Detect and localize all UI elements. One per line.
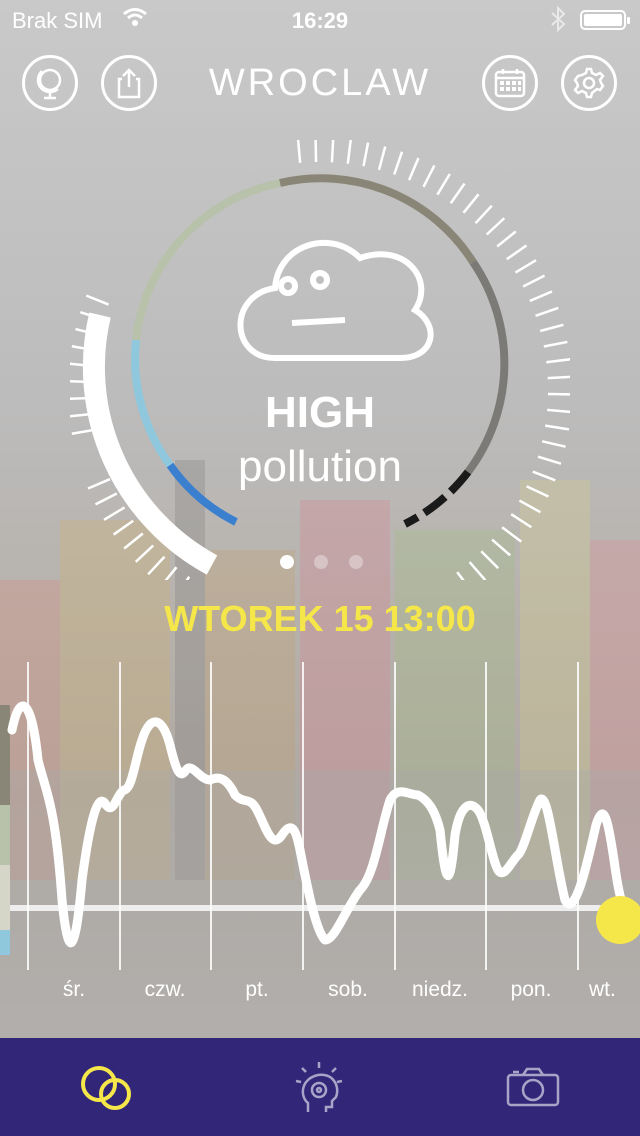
day-label-sat: sob. <box>328 978 368 1001</box>
scale-bar-low <box>0 930 10 955</box>
tab-advice[interactable] <box>213 1038 426 1136</box>
gauge-tick <box>546 358 570 364</box>
scale-bar-high <box>0 705 10 805</box>
status-bar: Brak SIM 16:29 <box>0 0 640 40</box>
gauge-segment-elevated <box>132 179 281 341</box>
day-label-tue: wt. <box>589 978 616 1001</box>
gauge-tick <box>185 576 191 580</box>
app-screen: Brak SIM 16:29 WROCLAW HIGH pollution WT… <box>0 0 640 1136</box>
gauge-tick <box>485 217 506 236</box>
gauge-tick <box>518 499 542 514</box>
tab-camera[interactable] <box>426 1038 639 1136</box>
gauge-tick <box>522 274 546 288</box>
gauge-segment-high <box>279 174 477 265</box>
gauge-tick <box>147 555 166 576</box>
page-dot-3[interactable] <box>348 555 363 569</box>
gauge-tick <box>346 140 352 164</box>
forecast-graph[interactable] <box>0 650 640 970</box>
gauge-tick <box>436 173 451 196</box>
gauge-tick <box>456 571 465 580</box>
gauge-tick <box>510 513 533 529</box>
gauge-tick <box>514 259 537 274</box>
gauge-tick <box>422 164 436 188</box>
day-label-sun: niedz. <box>411 978 469 1001</box>
pollution-gauge <box>70 140 570 580</box>
gear-icon <box>573 67 605 99</box>
gauge-tick <box>535 306 559 317</box>
page-dot-2[interactable] <box>314 555 329 569</box>
pollution-level: HIGH <box>265 388 375 437</box>
gauge-tick <box>529 290 553 303</box>
day-label-fri: pt. <box>245 978 269 1001</box>
selected-datetime: WTOREK 15 13:00 <box>164 598 476 639</box>
tab-air-quality[interactable] <box>0 1038 213 1136</box>
gauge-tick <box>393 151 404 175</box>
gauge-tick <box>496 230 517 248</box>
gauge-tick <box>547 375 570 380</box>
page-dot-1[interactable] <box>280 555 294 569</box>
gauge-tick <box>377 146 387 171</box>
settings-button[interactable] <box>561 55 617 111</box>
current-time-marker[interactable] <box>596 896 640 944</box>
air-quality-icon <box>80 1066 131 1110</box>
scale-bar-moderate <box>0 865 10 930</box>
gauge-tick <box>103 506 126 521</box>
gauge-tick <box>506 244 528 261</box>
gauge-tick <box>296 140 302 163</box>
gauge-tick <box>330 140 335 163</box>
gauge-tick <box>123 532 144 550</box>
camera-icon <box>506 1067 559 1107</box>
gauge-tick <box>474 204 493 225</box>
head-lightbulb-icon <box>295 1062 342 1112</box>
calendar-icon <box>494 69 526 98</box>
gauge-tick <box>85 294 110 306</box>
day-label-mon: pon. <box>510 978 552 1001</box>
city-title: WROCLAW <box>208 62 432 104</box>
gauge-segment-very-high <box>464 259 509 475</box>
gauge-tick <box>480 550 500 570</box>
gauge-tick <box>94 492 118 506</box>
tab-bar <box>0 1038 640 1136</box>
gauge-tick <box>539 323 564 333</box>
gauge-tick <box>468 561 487 580</box>
battery-icon <box>580 10 630 30</box>
clock-label: 16:29 <box>291 8 349 33</box>
gauge-tick <box>362 142 370 167</box>
gauge-tick <box>164 566 178 580</box>
scale-bar-elevated <box>0 805 10 865</box>
gauge-tick <box>501 526 523 543</box>
gauge-tick <box>134 544 155 563</box>
gauge-tick <box>543 340 568 348</box>
day-label-thu: czw. <box>144 978 186 1001</box>
day-label-wed: śr. <box>62 978 86 1001</box>
gauge-tick <box>407 157 420 181</box>
pollution-level-subtitle: pollution <box>238 442 402 491</box>
cloud-face-icon <box>237 239 434 361</box>
gauge-tick <box>449 182 466 204</box>
bluetooth-icon <box>550 5 566 38</box>
calendar-button[interactable] <box>482 55 538 111</box>
gauge-tick <box>462 193 480 214</box>
gauge-tick <box>491 538 512 557</box>
gauge-tick <box>112 519 134 536</box>
page-indicator[interactable] <box>280 555 379 574</box>
